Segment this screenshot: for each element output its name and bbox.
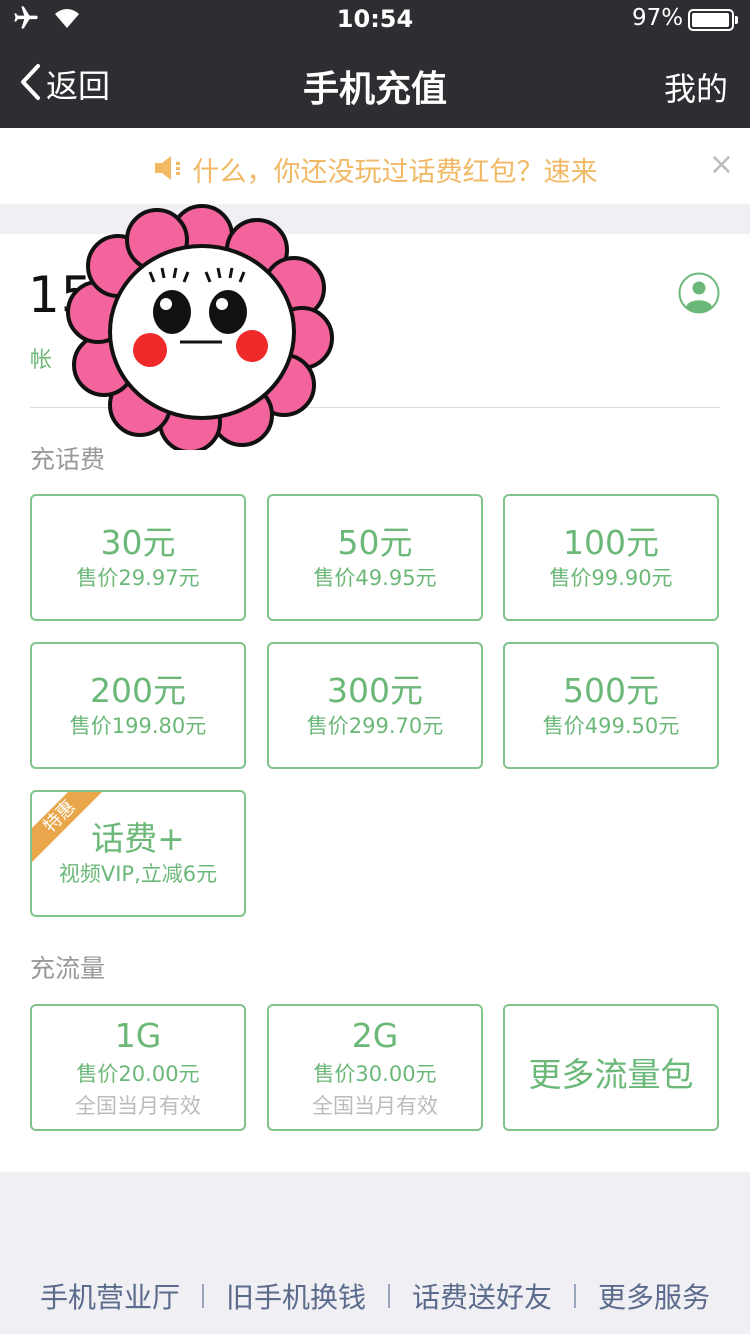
fee-amount: 200元 [90,671,186,710]
notice-text: 什么，你还没玩过话费红包？速来 [192,157,598,188]
section-title-data: 充流量 [30,954,106,983]
fee-price: 售价199.80元 [69,714,207,738]
special-title: 话费+ [91,819,185,858]
fee-price: 售价29.97元 [76,566,200,590]
battery-level [692,13,729,27]
more-data-label: 更多流量包 [528,1055,694,1094]
my-button[interactable]: 我的 [664,64,728,110]
fee-amount: 30元 [100,523,176,562]
status-bar: 10:54 97% [0,0,750,40]
fee-option-30[interactable]: 30元 售价29.97元 [30,494,246,621]
fee-price: 售价299.70元 [306,714,444,738]
fee-amount: 100元 [563,523,659,562]
fee-option-50[interactable]: 50元 售价49.95元 [267,494,483,621]
contact-icon[interactable] [678,272,720,318]
data-option-1g[interactable]: 1G 售价20.00元 全国当月有效 [30,1004,246,1131]
footer-links: 手机营业厅 旧手机换钱 话费送好友 更多服务 [0,1276,750,1316]
account-label: 帐 [30,348,53,373]
footer-link-trade-in[interactable]: 旧手机换钱 [226,1276,366,1316]
footer-link-more-services[interactable]: 更多服务 [598,1276,710,1316]
data-option-2g[interactable]: 2G 售价30.00元 全国当月有效 [267,1004,483,1131]
back-label: 返回 [46,67,111,105]
fee-amount: 300元 [327,671,423,710]
back-chevron-icon [18,62,42,106]
fee-amount: 50元 [337,523,413,562]
nav-bar: 返回 手机充值 我的 [0,40,750,128]
fee-amount: 500元 [563,671,659,710]
footer-divider [388,1284,390,1308]
battery-percent: 97% [632,5,684,31]
fee-option-100[interactable]: 100元 售价99.90元 [503,494,719,621]
battery-icon [688,9,738,31]
fee-option-500[interactable]: 500元 售价499.50元 [503,642,719,769]
notice-banner[interactable]: 什么，你还没玩过话费红包？速来 × [0,128,750,204]
fee-option-special[interactable]: 特惠 话费+ 视频VIP,立减6元 [30,790,246,917]
footer-divider [574,1284,577,1308]
fee-option-200[interactable]: 200元 售价199.80元 [30,642,246,769]
fee-price: 售价499.50元 [542,714,680,738]
page-title: 手机充值 [302,69,447,110]
footer-link-mobile-hall[interactable]: 手机营业厅 [40,1276,180,1316]
speaker-icon [153,154,187,186]
flower-sticker [62,200,342,454]
footer-divider [201,1284,204,1308]
data-price: 售价30.00元 [313,1062,437,1086]
data-price: 售价20.00元 [76,1062,200,1086]
fee-price: 售价49.95元 [313,566,437,590]
close-icon[interactable]: × [709,150,734,180]
data-validity: 全国当月有效 [75,1094,201,1118]
special-subtitle: 视频VIP,立减6元 [58,862,218,886]
fee-price: 售价99.90元 [549,566,673,590]
footer-link-gift[interactable]: 话费送好友 [412,1276,552,1316]
fee-option-300[interactable]: 300元 售价299.70元 [267,642,483,769]
notice-content: 什么，你还没玩过话费红包？速来 [0,150,750,189]
data-amount: 2G [351,1016,399,1055]
data-validity: 全国当月有效 [312,1094,438,1118]
data-amount: 1G [114,1016,162,1055]
more-data-button[interactable]: 更多流量包 [503,1004,719,1131]
back-button[interactable]: 返回 [18,62,110,106]
